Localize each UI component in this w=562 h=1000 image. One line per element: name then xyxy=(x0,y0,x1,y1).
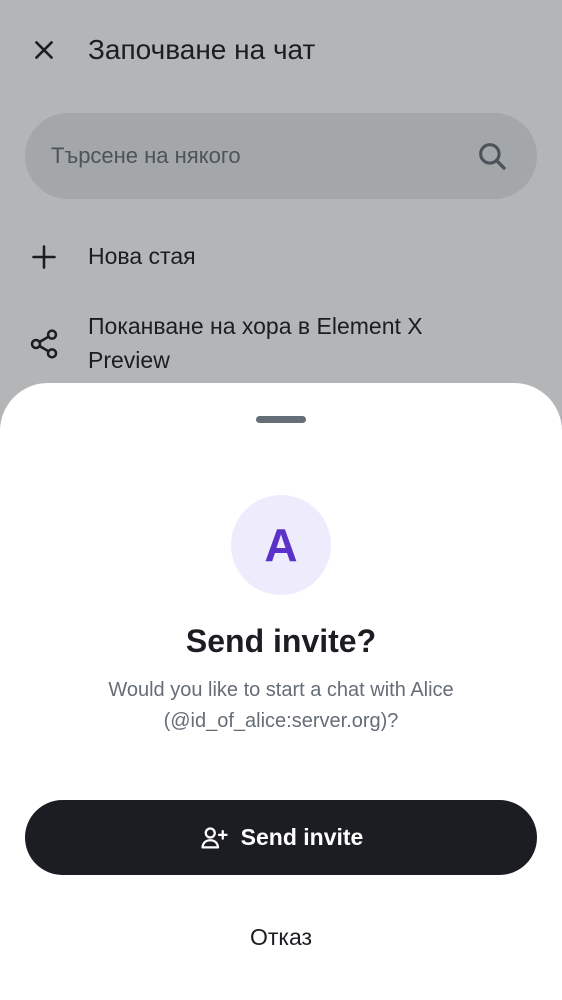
send-invite-label: Send invite xyxy=(240,824,364,850)
send-invite-bottom-sheet: A Send invite? Would you like to start a… xyxy=(0,383,562,1000)
avatar: A xyxy=(231,495,331,595)
send-invite-button[interactable]: Send invite xyxy=(25,800,537,875)
user-add-icon xyxy=(201,826,228,848)
drag-handle[interactable] xyxy=(256,416,306,423)
sheet-description: Would you like to start a chat with Alic… xyxy=(108,679,454,732)
cancel-button[interactable]: Отказ xyxy=(25,903,537,971)
cancel-label: Отказ xyxy=(249,923,313,950)
sheet-title: Send invite? xyxy=(185,623,377,659)
